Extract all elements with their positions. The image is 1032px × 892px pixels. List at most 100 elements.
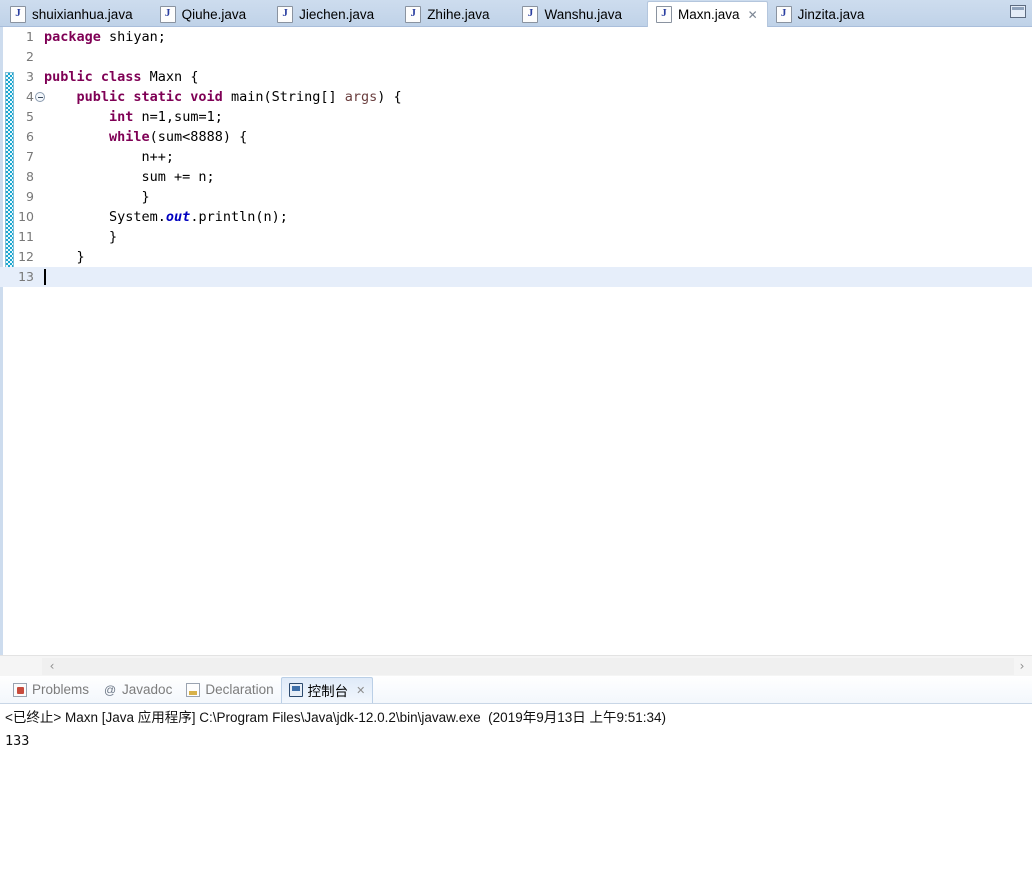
code-text: public static void main(String[] args) {: [44, 87, 402, 107]
code-line[interactable]: 13: [0, 267, 1032, 287]
code-text: }: [44, 227, 117, 247]
java-file-icon: [522, 6, 539, 23]
console-launch-header: <已终止> Maxn [Java 应用程序] C:\Program Files\…: [5, 710, 667, 725]
code-token: out: [165, 209, 191, 225]
code-lines[interactable]: 1 package shiyan; 2 3 public class Maxn {4 p…: [0, 27, 1032, 655]
code-token: ) {: [377, 89, 402, 105]
code-token: public class: [44, 69, 142, 85]
code-line[interactable]: 5 int n=1,sum=1;: [0, 107, 1032, 127]
close-icon[interactable]: ✕: [748, 9, 758, 21]
code-token: }: [44, 249, 85, 265]
editor-tab-qiuhe[interactable]: Qiuhe.java: [152, 2, 256, 27]
editor-tabs: shuixianhua.java Qiuhe.java Jiechen.java…: [0, 0, 1032, 27]
code-text: package shiyan;: [44, 27, 166, 47]
code-token: System.: [44, 209, 166, 225]
editor-tab-label: shuixianhua.java: [32, 7, 133, 22]
line-number: 7: [26, 149, 34, 164]
line-number: 8: [26, 169, 34, 184]
code-line[interactable]: 1 package shiyan;: [0, 27, 1032, 47]
code-line[interactable]: 10 System.out.println(n);: [0, 207, 1032, 227]
code-text: n++;: [44, 147, 175, 167]
code-line[interactable]: 11 }: [0, 227, 1032, 247]
javadoc-icon: @: [103, 682, 117, 697]
editor-tab-zhihe[interactable]: Zhihe.java: [397, 2, 498, 27]
code-text: System.out.println(n);: [44, 207, 288, 227]
line-number: 3: [26, 69, 34, 84]
code-line[interactable]: 2: [0, 47, 1032, 67]
code-token: n++;: [44, 149, 175, 165]
bottom-tab-label: Javadoc: [122, 682, 173, 697]
editor-tab-jinzita[interactable]: Jinzita.java: [768, 2, 874, 27]
bottom-view-panel: Problems @ Javadoc Declaration 控制台 ✕ <已终…: [0, 676, 1032, 892]
bottom-tab-label: Declaration: [205, 682, 274, 697]
scroll-right-icon[interactable]: ›: [1015, 659, 1029, 674]
java-file-icon: [775, 6, 792, 23]
line-number: 11: [18, 229, 34, 244]
maximize-icon[interactable]: [1010, 5, 1026, 18]
code-text: }: [44, 187, 150, 207]
code-token: (sum<8888) {: [149, 129, 248, 145]
editor-tab-label: Zhihe.java: [427, 7, 490, 22]
editor-tab-label: Maxn.java: [678, 7, 740, 22]
close-icon[interactable]: ✕: [356, 684, 365, 697]
problems-icon: [13, 682, 27, 697]
code-editor[interactable]: 1 package shiyan; 2 3 public class Maxn {4 p…: [0, 27, 1032, 655]
bottom-tab-bar: Problems @ Javadoc Declaration 控制台 ✕: [0, 676, 1032, 704]
bottom-tab-label: 控制台: [307, 684, 349, 699]
editor-tab-label: Wanshu.java: [544, 7, 623, 22]
code-token: main(String[]: [222, 89, 345, 105]
code-text: sum += n;: [44, 167, 215, 187]
tab-declaration[interactable]: Declaration: [179, 678, 280, 702]
text-caret: [44, 269, 46, 285]
code-token: }: [44, 229, 118, 245]
code-line[interactable]: 4 public static void main(String[] args)…: [0, 87, 1032, 107]
scroll-left-icon[interactable]: ‹: [45, 659, 59, 674]
code-line[interactable]: 9 }: [0, 187, 1032, 207]
tab-problems[interactable]: Problems: [6, 678, 96, 702]
scrollbar-track[interactable]: [42, 658, 1014, 675]
line-number: 4: [26, 89, 34, 104]
editor-tab-label: Qiuhe.java: [181, 7, 247, 22]
tab-javadoc[interactable]: @ Javadoc: [96, 678, 179, 702]
java-file-icon: [656, 6, 673, 23]
code-token: Maxn {: [141, 69, 199, 85]
bottom-tab-label: Problems: [32, 682, 90, 697]
java-file-icon: [10, 6, 26, 23]
line-number: 1: [26, 29, 34, 44]
editor-tab-bar: shuixianhua.java Qiuhe.java Jiechen.java…: [0, 0, 1032, 27]
line-number: 10: [18, 209, 34, 224]
code-line[interactable]: 12 }: [0, 247, 1032, 267]
editor-tab-label: Jiechen.java: [299, 7, 375, 22]
editor-tab-shuixianhua[interactable]: shuixianhua.java: [2, 2, 142, 27]
code-token: package: [44, 29, 101, 45]
editor-tab-wanshu[interactable]: Wanshu.java: [514, 2, 631, 27]
java-file-icon: [277, 6, 294, 23]
editor-horizontal-scrollbar[interactable]: ‹ ›: [0, 655, 1032, 676]
code-line[interactable]: 3 public class Maxn {: [0, 67, 1032, 87]
console-output-area[interactable]: <已终止> Maxn [Java 应用程序] C:\Program Files\…: [0, 704, 1032, 892]
editor-tab-label: Jinzita.java: [797, 7, 865, 22]
tab-console[interactable]: 控制台 ✕: [280, 676, 374, 703]
editor-tab-jiechen[interactable]: Jiechen.java: [269, 2, 383, 27]
code-token: }: [44, 189, 150, 205]
code-token: shiyan;: [100, 29, 166, 45]
code-token: args: [344, 89, 378, 105]
line-number: 6: [26, 129, 34, 144]
line-number: 2: [26, 49, 34, 64]
editor-tab-maxn[interactable]: Maxn.java ✕: [647, 1, 768, 27]
code-line[interactable]: 8 sum += n;: [0, 167, 1032, 187]
code-text: public class Maxn {: [44, 67, 198, 87]
code-token: sum += n;: [44, 169, 215, 185]
code-text: while(sum<8888) {: [44, 127, 247, 147]
code-token: while: [109, 129, 150, 145]
code-line[interactable]: 6 while(sum<8888) {: [0, 127, 1032, 147]
line-number: 12: [18, 249, 34, 264]
line-number: 13: [18, 269, 34, 284]
code-token: public static void: [76, 89, 223, 105]
java-file-icon: [405, 6, 422, 23]
declaration-icon: [186, 682, 201, 697]
code-line[interactable]: 7 n++;: [0, 147, 1032, 167]
